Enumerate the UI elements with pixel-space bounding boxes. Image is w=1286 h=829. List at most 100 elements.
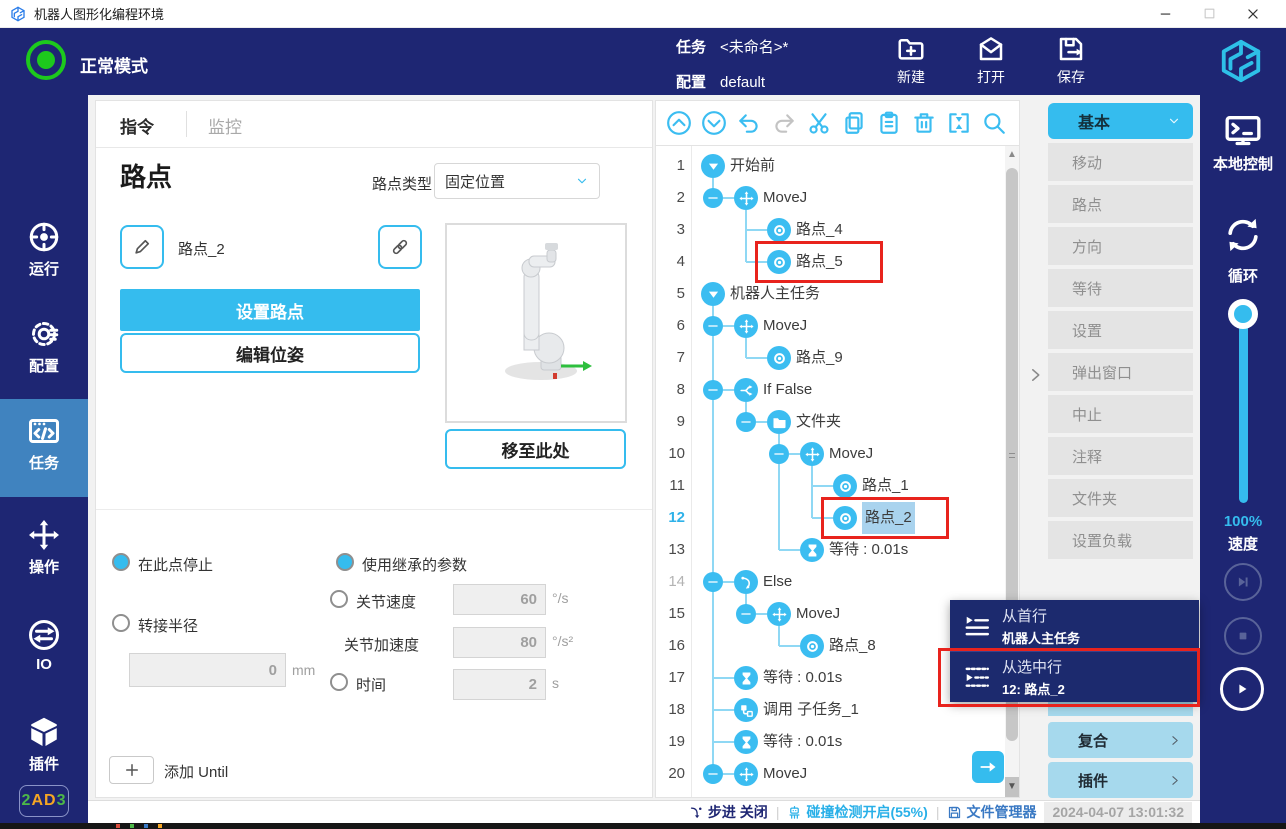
collision-status[interactable]: 碰撞检测开启(55%)	[787, 802, 927, 822]
collapse-minus-icon[interactable]	[703, 316, 723, 336]
radio-joint-speed[interactable]	[330, 590, 348, 608]
tab-instruction[interactable]: 指令	[120, 113, 154, 138]
group-plugin[interactable]: 插件	[1048, 762, 1193, 798]
collapse-minus-icon[interactable]	[769, 444, 789, 464]
wait-node-icon[interactable]	[734, 666, 758, 690]
palette-item-1[interactable]: 路点	[1048, 185, 1193, 223]
speed-slider-handle[interactable]	[1228, 299, 1258, 329]
cut-icon[interactable]	[806, 110, 832, 136]
tree-row-label[interactable]: 机器人主任务	[730, 278, 820, 310]
group-composite[interactable]: 复合	[1048, 722, 1193, 758]
palette-hidden-group[interactable]	[1048, 700, 1193, 716]
rename-waypoint-button[interactable]	[120, 225, 164, 269]
move-node-icon[interactable]	[734, 314, 758, 338]
wait-node-icon[interactable]	[800, 538, 824, 562]
radio-time[interactable]	[330, 673, 348, 691]
scroll-up-icon[interactable]: ▲	[1005, 149, 1019, 160]
tree-row-label[interactable]: 等待 : 0.01s	[763, 726, 842, 758]
copy-icon[interactable]	[841, 110, 867, 136]
edit-pose-button[interactable]: 编辑位姿	[120, 333, 420, 373]
delete-icon[interactable]	[911, 110, 937, 136]
waypoint-node-icon[interactable]	[767, 218, 791, 242]
waypoint-node-icon[interactable]	[767, 250, 791, 274]
waypoint-node-icon[interactable]	[833, 506, 857, 530]
collapse-minus-icon[interactable]	[736, 604, 756, 624]
sidebar-item-operate[interactable]: 操作	[0, 503, 88, 601]
collapse-minus-icon[interactable]	[703, 572, 723, 592]
tree-row-label[interactable]: MoveJ	[763, 758, 807, 790]
radio-blend-radius[interactable]	[112, 614, 130, 632]
move-node-icon[interactable]	[767, 602, 791, 626]
tree-row-label[interactable]: 开始前	[730, 150, 775, 182]
move-node-icon[interactable]	[800, 442, 824, 466]
open-button[interactable]: 打开	[962, 34, 1020, 90]
tree-row-label[interactable]: 调用 子任务_1	[763, 694, 859, 726]
joint-speed-input[interactable]: 60	[453, 584, 546, 615]
palette-item-9[interactable]: 设置负载	[1048, 521, 1193, 559]
palette-item-3[interactable]: 等待	[1048, 269, 1193, 307]
maximize-button[interactable]	[1192, 3, 1226, 25]
mode-status-icon[interactable]	[26, 40, 66, 80]
move-here-button[interactable]: 移至此处	[445, 429, 626, 469]
folder-node-icon[interactable]	[767, 410, 791, 434]
redo-icon[interactable]	[771, 110, 797, 136]
tree-row-label[interactable]: If False	[763, 374, 812, 406]
time-input[interactable]: 2	[453, 669, 546, 700]
collapse-node-icon[interactable]	[701, 154, 725, 178]
tree-row-label[interactable]: 路点_9	[796, 342, 843, 374]
search-icon[interactable]	[981, 110, 1007, 136]
tree-row-label[interactable]: MoveJ	[763, 182, 807, 214]
panel-collapse-icon[interactable]	[1026, 364, 1046, 388]
wait-node-icon[interactable]	[734, 730, 758, 754]
step-mode-status[interactable]: 步进 关闭	[689, 802, 768, 822]
joint-acc-input[interactable]: 80	[453, 627, 546, 658]
waypoint-type-select[interactable]: 固定位置	[434, 163, 600, 199]
local-control-icon[interactable]	[1221, 111, 1265, 151]
palette-item-0[interactable]: 移动	[1048, 143, 1193, 181]
tree-row-label[interactable]: Else	[763, 566, 792, 598]
waypoint-node-icon[interactable]	[800, 634, 824, 658]
move-up-icon[interactable]	[666, 110, 692, 136]
palette-item-4[interactable]: 设置	[1048, 311, 1193, 349]
new-button[interactable]: 新建	[882, 34, 940, 90]
insert-icon[interactable]	[946, 110, 972, 136]
collapse-minus-icon[interactable]	[703, 764, 723, 784]
move-node-icon[interactable]	[734, 186, 758, 210]
step-next-button[interactable]	[1224, 563, 1262, 601]
subtask-node-icon[interactable]	[734, 698, 758, 722]
set-waypoint-button[interactable]: 设置路点	[120, 289, 420, 331]
tree-row-label[interactable]: 路点_1	[862, 470, 909, 502]
loop-icon[interactable]	[1221, 213, 1265, 257]
save-button[interactable]: 保存	[1042, 34, 1100, 90]
tree-row-label[interactable]: 路点_5	[796, 246, 843, 278]
ctx-item-run-from-selected[interactable]: 从选中行 12: 路点_2	[950, 651, 1199, 702]
tree-row-label[interactable]: 文件夹	[796, 406, 841, 438]
radio-use-inherited[interactable]	[336, 553, 354, 571]
palette-item-6[interactable]: 中止	[1048, 395, 1193, 433]
collapse-minus-icon[interactable]	[703, 188, 723, 208]
tree-row-label[interactable]: MoveJ	[763, 310, 807, 342]
collapse-minus-icon[interactable]	[736, 412, 756, 432]
sidebar-item-task[interactable]: 任务	[0, 399, 88, 497]
speed-slider-track[interactable]	[1239, 313, 1248, 503]
collapse-minus-icon[interactable]	[703, 380, 723, 400]
tree-row-label[interactable]: 路点_4	[796, 214, 843, 246]
sidebar-item-run[interactable]: 运行	[0, 205, 88, 303]
scroll-down-icon[interactable]: ▼	[1005, 777, 1019, 797]
play-button[interactable]	[1220, 667, 1264, 711]
minimize-button[interactable]	[1148, 3, 1182, 25]
palette-item-8[interactable]: 文件夹	[1048, 479, 1193, 517]
else-node-icon[interactable]	[734, 570, 758, 594]
link-waypoint-button[interactable]	[378, 225, 422, 269]
stop-button[interactable]	[1224, 617, 1262, 655]
blend-radius-input[interactable]: 0	[129, 653, 286, 687]
palette-item-5[interactable]: 弹出窗口	[1048, 353, 1193, 391]
waypoint-node-icon[interactable]	[767, 346, 791, 370]
tree-row-label[interactable]: MoveJ	[829, 438, 873, 470]
paste-icon[interactable]	[876, 110, 902, 136]
branch-node-icon[interactable]	[734, 378, 758, 402]
move-node-icon[interactable]	[734, 762, 758, 786]
tab-monitor[interactable]: 监控	[208, 113, 242, 138]
tree-row-label[interactable]: 路点_2	[862, 502, 915, 534]
palette-item-7[interactable]: 注释	[1048, 437, 1193, 475]
